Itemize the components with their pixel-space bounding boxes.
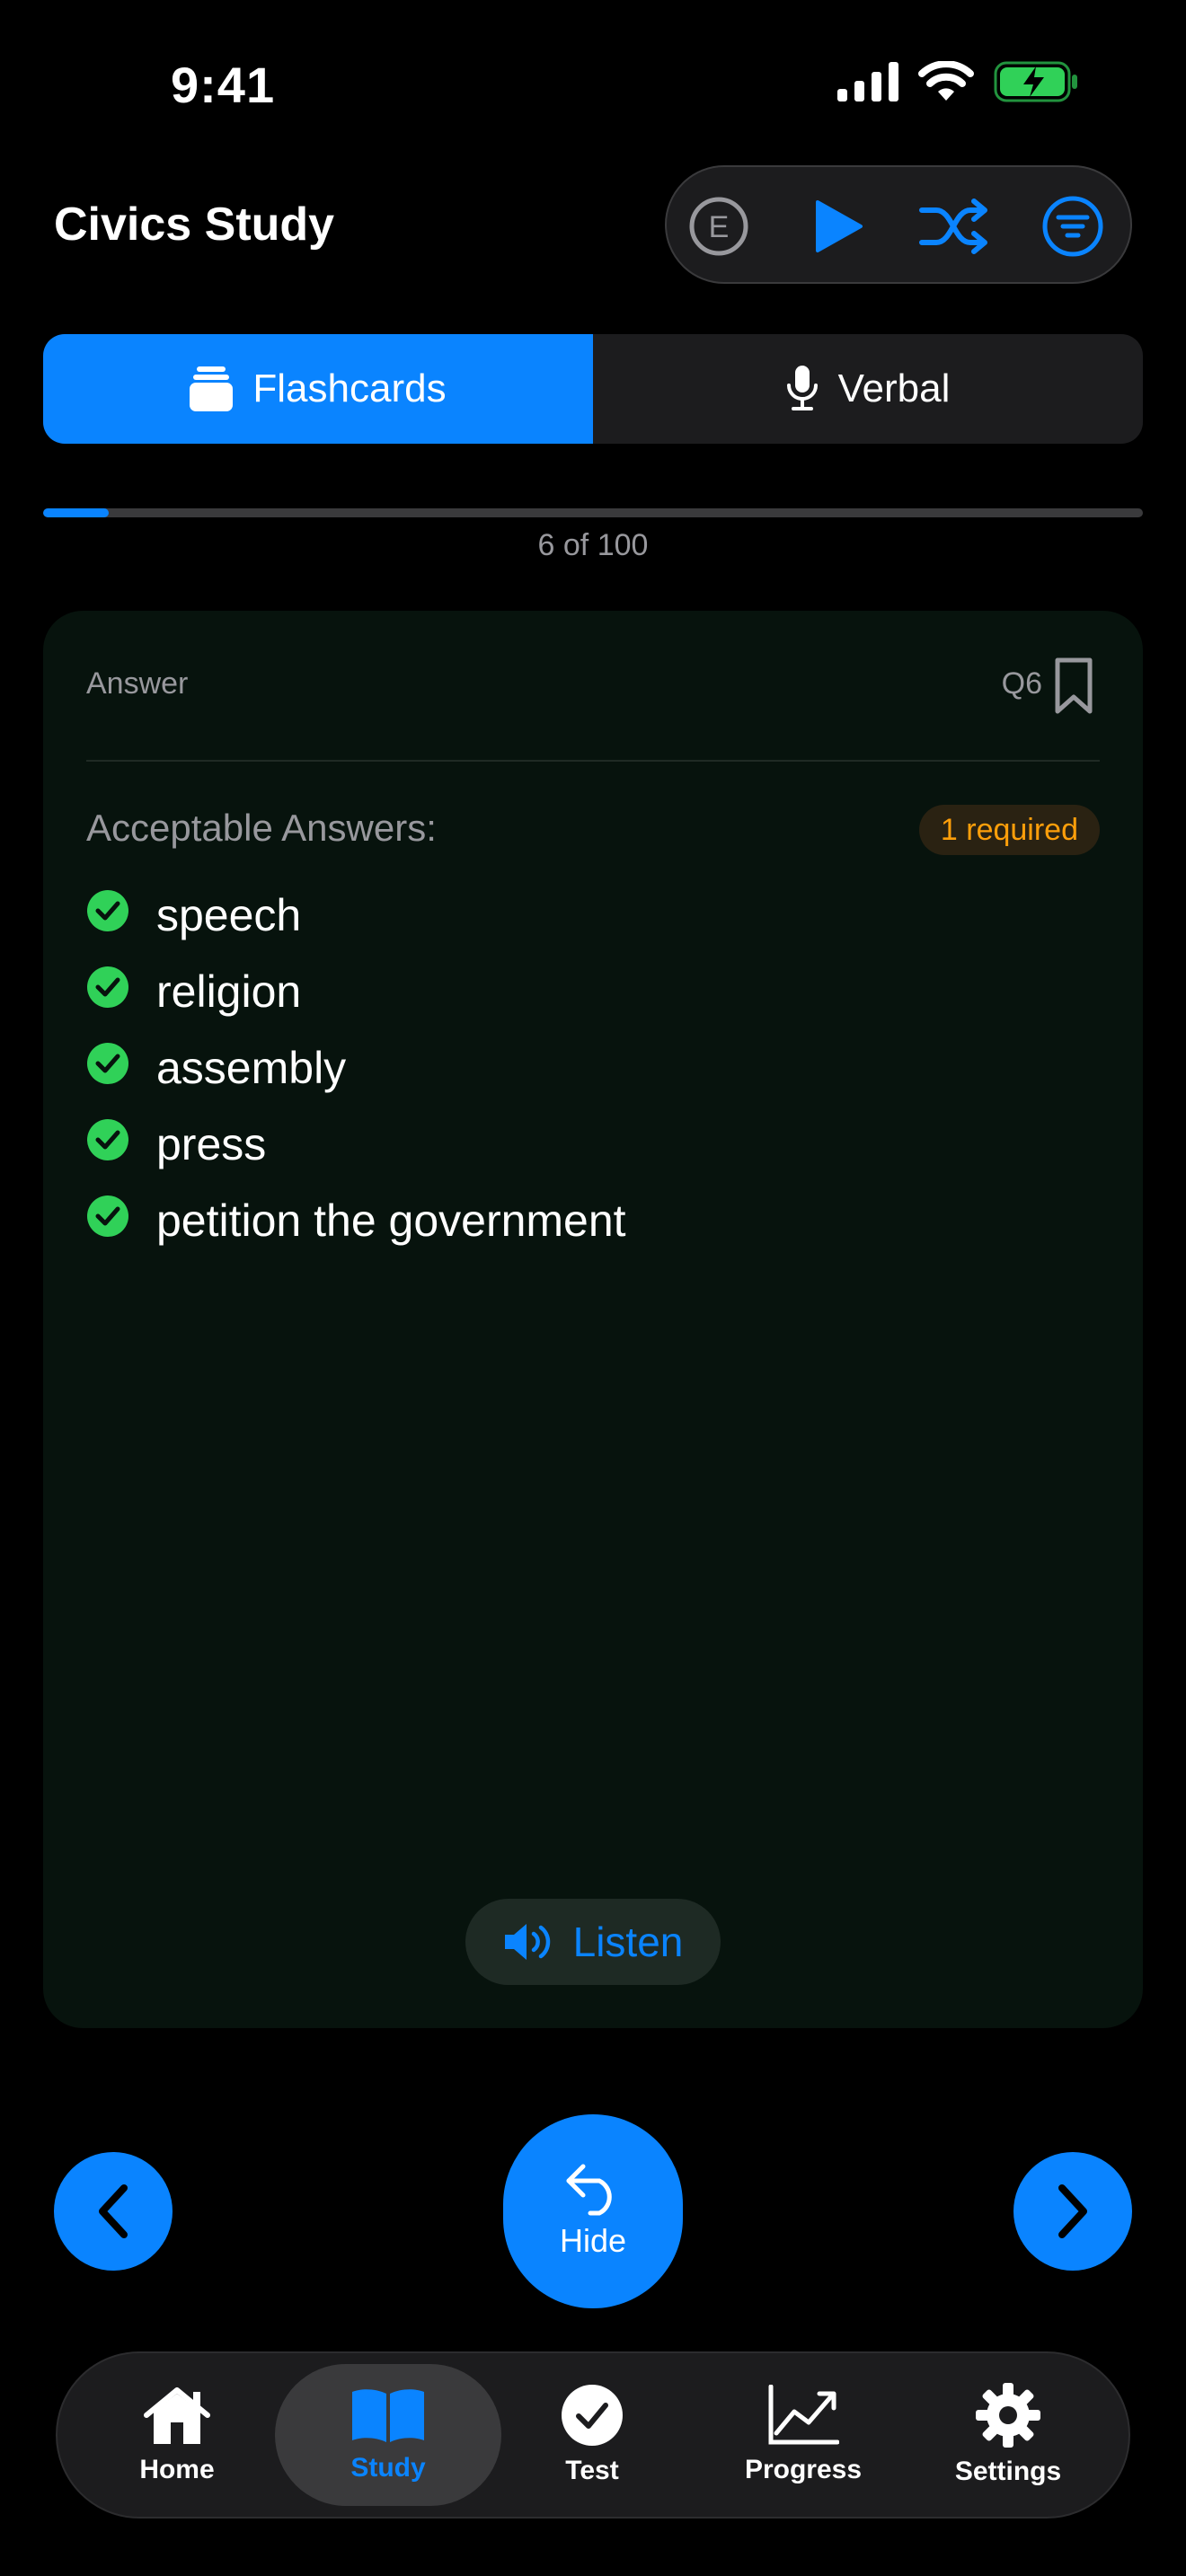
card-side-label: Answer (86, 666, 189, 701)
list-item: assembly (86, 1029, 626, 1106)
flashcard[interactable]: Answer Q6 Acceptable Answers: 1 required… (43, 611, 1143, 2028)
checkmark-circle-icon (87, 966, 128, 1008)
answer-text: speech (156, 889, 302, 940)
answer-text: petition the government (156, 1195, 626, 1246)
chevron-right-icon (1058, 2184, 1087, 2238)
english-mode-button[interactable]: E (683, 190, 755, 262)
checkmark-circle-icon (87, 1195, 128, 1237)
tab-study-label: Study (350, 2453, 426, 2483)
listen-label: Listen (572, 1919, 684, 1965)
cellular-signal-icon (837, 62, 898, 101)
required-badge: 1 required (918, 805, 1100, 855)
toolbar: E (665, 165, 1132, 284)
list-item: press (86, 1106, 626, 1182)
filter-button[interactable] (1037, 190, 1109, 262)
answer-list: speech religion assembly press petition … (86, 877, 626, 1258)
status-time: 9:41 (171, 57, 276, 113)
checkmark-circle-icon (562, 2385, 623, 2446)
progress-bar-fill (43, 508, 110, 517)
list-item: speech (86, 877, 626, 953)
chevron-left-icon (99, 2184, 128, 2238)
microphone-icon (786, 366, 818, 410)
checkmark-circle-icon (87, 1042, 128, 1084)
wifi-icon (918, 61, 974, 101)
shuffle-icon (919, 198, 987, 254)
bookmark-button[interactable] (1055, 657, 1093, 719)
tab-flashcards[interactable]: Flashcards (43, 334, 593, 444)
status-icons (837, 61, 1078, 102)
house-icon (144, 2387, 210, 2444)
bookmark-icon (1055, 657, 1093, 714)
letter-e-circle-icon: E (689, 197, 748, 256)
tab-test-label: Test (565, 2456, 619, 2485)
tab-test[interactable]: Test (527, 2353, 658, 2517)
cards-icon (190, 366, 234, 411)
tab-bar: Home Study Test Progress Settings (56, 2351, 1130, 2519)
shuffle-button[interactable] (918, 190, 990, 262)
tab-progress-label: Progress (744, 2455, 863, 2484)
play-button[interactable] (801, 190, 873, 262)
battery-charging-icon (994, 61, 1077, 102)
list-item: petition the government (86, 1182, 626, 1258)
tab-flashcards-label: Flashcards (252, 366, 447, 410)
speaker-wave-icon (504, 1924, 550, 1960)
progress-bar (43, 508, 1143, 517)
listen-button[interactable]: Listen (465, 1899, 721, 1985)
tab-study[interactable]: Study (275, 2364, 501, 2506)
hide-label: Hide (559, 2222, 627, 2259)
tab-verbal-label: Verbal (837, 366, 951, 410)
progress-text: 6 of 100 (537, 528, 649, 562)
card-divider (86, 760, 1100, 762)
checkmark-circle-icon (87, 889, 128, 931)
answer-text: religion (156, 966, 302, 1017)
page-title: Civics Study (54, 198, 335, 251)
tab-home-label: Home (139, 2455, 215, 2484)
tab-home[interactable]: Home (111, 2353, 243, 2517)
next-button[interactable] (1013, 2152, 1132, 2271)
list-item: religion (86, 953, 626, 1029)
answer-text: press (156, 1118, 267, 1169)
play-icon (816, 200, 863, 252)
mode-segmented-control: Flashcards Verbal (43, 334, 1143, 444)
chart-line-icon (768, 2385, 839, 2445)
tab-progress[interactable]: Progress (722, 2353, 884, 2517)
gear-icon (976, 2383, 1040, 2448)
hide-answer-button[interactable]: Hide (503, 2114, 683, 2308)
question-number: Q6 (1001, 666, 1042, 701)
tab-settings[interactable]: Settings (936, 2353, 1080, 2517)
acceptable-answers-title: Acceptable Answers: (86, 807, 437, 849)
tab-verbal[interactable]: Verbal (593, 334, 1143, 444)
book-icon (352, 2389, 424, 2442)
checkmark-circle-icon (87, 1118, 128, 1160)
previous-button[interactable] (54, 2152, 173, 2271)
filter-circle-icon (1042, 196, 1103, 257)
tab-settings-label: Settings (954, 2457, 1062, 2486)
undo-arrow-icon (566, 2164, 612, 2216)
answer-text: assembly (156, 1042, 347, 1093)
svg-text:E: E (709, 210, 730, 244)
